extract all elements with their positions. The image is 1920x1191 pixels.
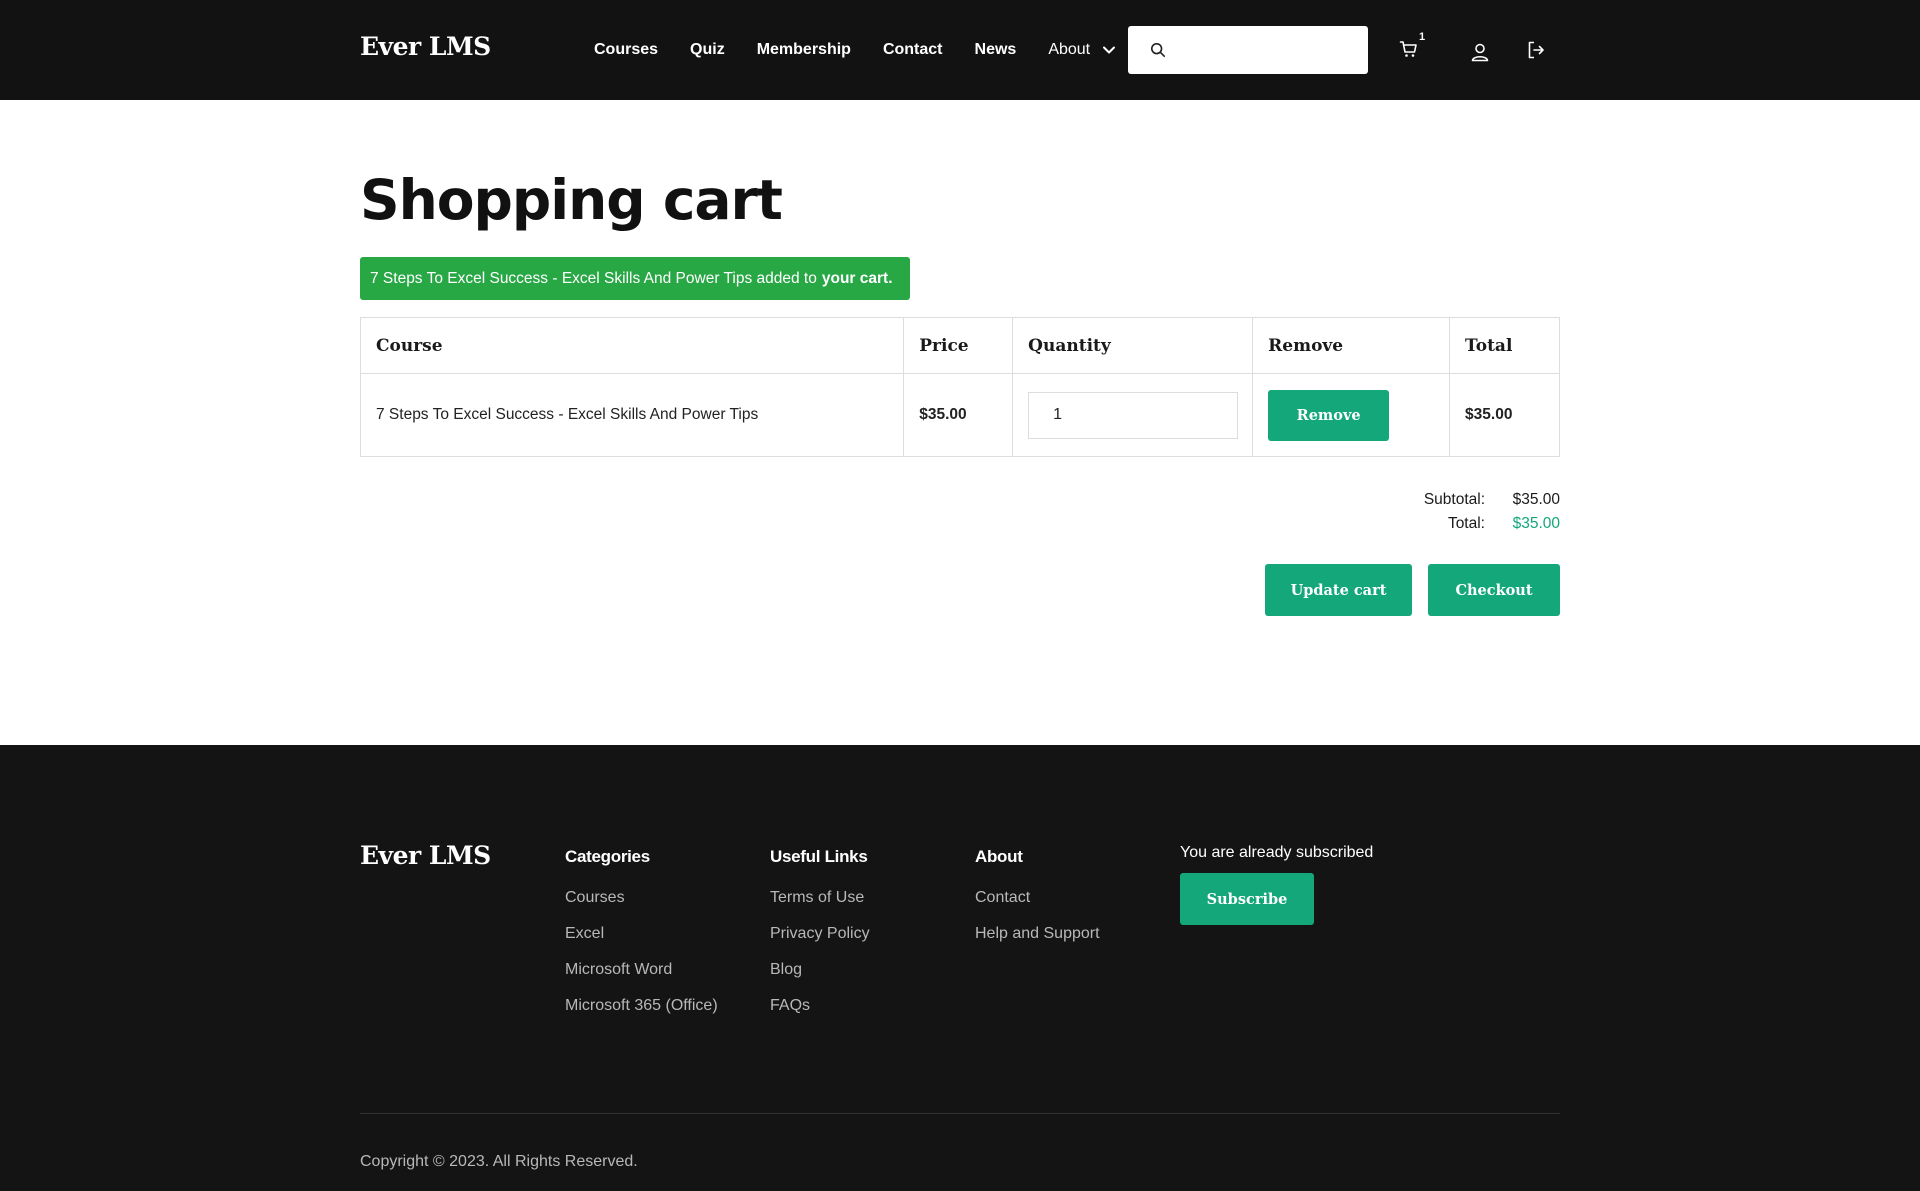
subtotal-row: Subtotal: $35.00 — [1424, 488, 1560, 512]
subtotal-value: $35.00 — [1512, 491, 1560, 508]
quantity-cell — [1012, 373, 1254, 457]
checkout-button[interactable]: Checkout — [1428, 564, 1560, 616]
nav-courses[interactable]: Courses — [594, 41, 658, 59]
search-box — [1128, 26, 1368, 74]
site-header: Ever LMS Courses Quiz Membership Contact… — [0, 0, 1920, 100]
main-nav: Courses Quiz Membership Contact News Abo… — [594, 0, 1116, 100]
remove-button[interactable]: Remove — [1268, 389, 1390, 441]
footer-link-faqs[interactable]: FAQs — [770, 997, 870, 1033]
chevron-down-icon — [1103, 46, 1116, 54]
column-header-course: Course — [359, 317, 905, 374]
nav-news[interactable]: News — [975, 41, 1017, 59]
row-total: $35.00 — [1449, 373, 1560, 457]
site-footer: Ever LMS Categories Courses Excel Micros… — [0, 745, 1920, 1191]
cart-notice: 7 Steps To Excel Success - Excel Skills … — [360, 257, 910, 300]
footer-link-terms[interactable]: Terms of Use — [770, 889, 870, 925]
footer-link-privacy[interactable]: Privacy Policy — [770, 925, 870, 961]
column-header-total: Total — [1449, 317, 1560, 374]
subscription-status: You are already subscribed — [1180, 844, 1374, 861]
logout-icon[interactable] — [1526, 40, 1546, 60]
footer-link-excel[interactable]: Excel — [565, 925, 718, 961]
cart-table: Course Price Quantity Remove Total 7 Ste… — [359, 317, 1560, 457]
nav-about-label: About — [1048, 41, 1091, 58]
footer-link-contact[interactable]: Contact — [975, 889, 1100, 925]
cart-count-badge: 1 — [1419, 31, 1426, 43]
page-title: Shopping cart — [360, 168, 783, 232]
notice-bold-text: your cart. — [821, 269, 893, 287]
site-logo[interactable]: Ever LMS — [360, 32, 491, 61]
footer-about: About Contact Help and Support — [975, 847, 1100, 961]
footer-about-title: About — [975, 847, 1023, 866]
column-header-remove: Remove — [1252, 317, 1451, 374]
remove-cell: Remove — [1252, 373, 1451, 457]
footer-link-courses[interactable]: Courses — [565, 889, 718, 925]
footer-categories-title: Categories — [565, 847, 650, 866]
footer-link-help[interactable]: Help and Support — [975, 925, 1100, 961]
search-icon[interactable] — [1150, 41, 1166, 59]
search-input[interactable] — [1178, 28, 1368, 72]
footer-useful-title: Useful Links — [770, 847, 868, 866]
cart-icon[interactable] — [1399, 39, 1419, 59]
total-row: Total: $35.00 — [1424, 512, 1560, 536]
user-icon[interactable] — [1470, 42, 1490, 62]
update-cart-button[interactable]: Update cart — [1265, 564, 1412, 616]
nav-quiz[interactable]: Quiz — [690, 41, 725, 59]
footer-logo[interactable]: Ever LMS — [360, 841, 491, 870]
notice-text: 7 Steps To Excel Success - Excel Skills … — [370, 269, 817, 287]
footer-link-microsoft-word[interactable]: Microsoft Word — [565, 961, 718, 997]
subtotal-label: Subtotal: — [1423, 491, 1485, 508]
total-label: Total: — [1447, 515, 1485, 532]
nav-membership[interactable]: Membership — [757, 41, 851, 59]
footer-link-microsoft-365[interactable]: Microsoft 365 (Office) — [565, 997, 718, 1033]
table-row: 7 Steps To Excel Success - Excel Skills … — [359, 373, 1560, 457]
table-header-row: Course Price Quantity Remove Total — [359, 317, 1560, 374]
column-header-quantity: Quantity — [1012, 317, 1254, 374]
total-value: $35.00 — [1512, 515, 1560, 532]
quantity-input[interactable] — [1028, 391, 1239, 439]
nav-about[interactable]: About — [1048, 41, 1116, 59]
cart-totals: Subtotal: $35.00 Total: $35.00 — [1424, 488, 1560, 536]
course-name: 7 Steps To Excel Success - Excel Skills … — [359, 373, 905, 457]
column-header-price: Price — [903, 317, 1014, 374]
nav-contact[interactable]: Contact — [883, 41, 943, 59]
footer-link-blog[interactable]: Blog — [770, 961, 870, 997]
copyright-text: Copyright © 2023. All Rights Reserved. — [360, 1153, 638, 1170]
footer-divider — [360, 1113, 1560, 1114]
footer-useful-links: Useful Links Terms of Use Privacy Policy… — [770, 847, 870, 1033]
footer-categories: Categories Courses Excel Microsoft Word … — [565, 847, 718, 1033]
subscribe-button[interactable]: Subscribe — [1180, 873, 1314, 925]
course-price: $35.00 — [903, 373, 1014, 457]
